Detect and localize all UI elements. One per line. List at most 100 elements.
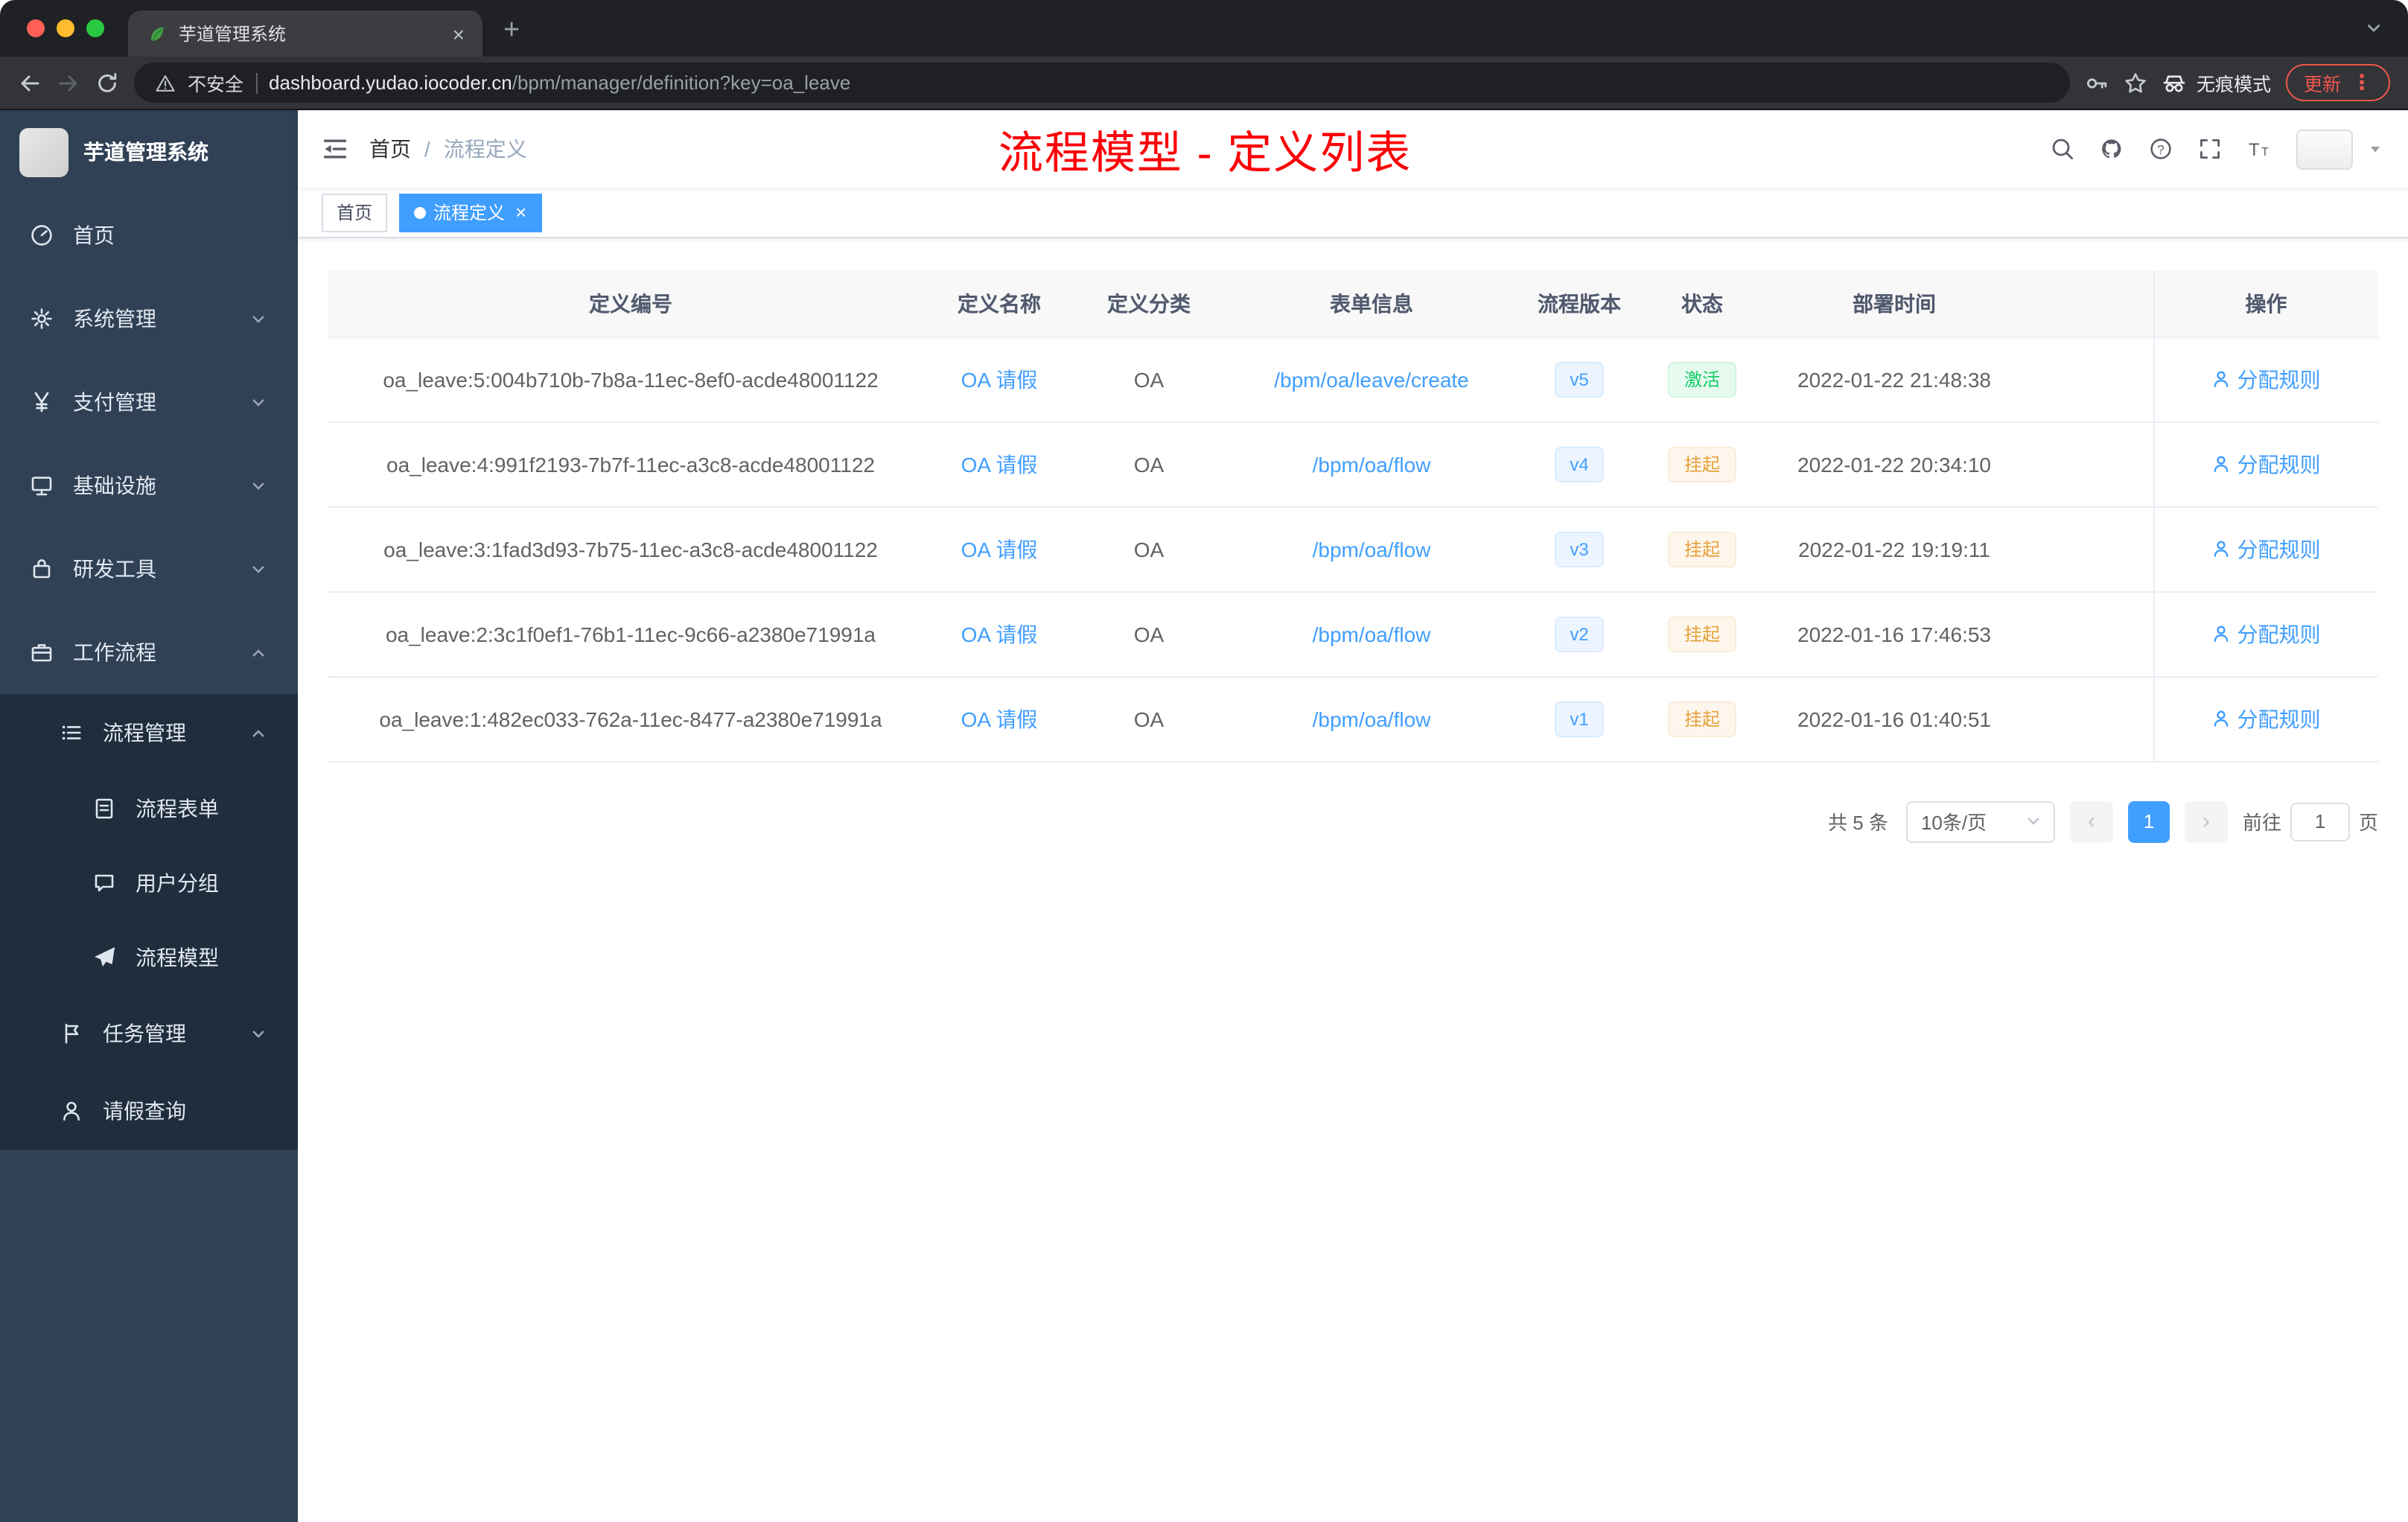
page-size-select[interactable]: 10条/页	[1905, 800, 2055, 842]
sidebar-item-label: 用户分组	[136, 871, 219, 895]
list-icon	[62, 725, 81, 740]
sidebar-item-process-model[interactable]: 流程模型	[0, 920, 298, 995]
workflow-submenu: 流程管理 流程表单 用户分组 流程模型 任务管理 请假查询	[0, 694, 298, 1150]
forward-arrow-icon	[59, 74, 77, 91]
sidebar-item-label: 首页	[73, 223, 115, 247]
chevron-down-icon	[252, 565, 264, 573]
version-badge: v1	[1555, 701, 1604, 736]
window-minimize-button[interactable]	[57, 19, 74, 37]
page-size-value: 10条/页	[1920, 812, 1987, 834]
form-info-link[interactable]: /bpm/oa/flow	[1313, 452, 1431, 476]
sidebar-logo[interactable]: 芋道管理系统	[0, 110, 298, 194]
fullscreen-icon	[2200, 139, 2220, 159]
sidebar-item-task-management[interactable]: 任务管理	[0, 995, 298, 1072]
search-button[interactable]	[2051, 137, 2074, 161]
password-key-button[interactable]	[2085, 71, 2109, 95]
back-button[interactable]	[18, 71, 42, 95]
prev-page-button[interactable]: ‹	[2069, 800, 2113, 842]
form-info-link[interactable]: /bpm/oa/flow	[1313, 537, 1431, 561]
assign-rule-link[interactable]: 分配规则	[2212, 534, 2321, 564]
assign-rule-link[interactable]: 分配规则	[2212, 704, 2321, 733]
sidebar-item-process-management[interactable]: 流程管理	[0, 694, 298, 771]
github-button[interactable]	[2100, 137, 2124, 161]
sidebar-item-process-form[interactable]: 流程表单	[0, 771, 298, 846]
incognito-label: 无痕模式	[2196, 74, 2271, 95]
assign-rule-link[interactable]: 分配规则	[2212, 364, 2321, 394]
incognito-icon	[2163, 74, 2185, 92]
forward-button[interactable]	[57, 71, 80, 95]
avatar-caret-icon[interactable]	[2366, 140, 2384, 158]
sidebar-item-label: 流程管理	[103, 721, 186, 745]
breadcrumb-home[interactable]: 首页	[369, 134, 411, 164]
tag-label: 流程定义	[433, 203, 506, 223]
window-close-button[interactable]	[27, 19, 45, 37]
address-bar[interactable]: 不安全 dashboard.yudao.iocoder.cn/bpm/manag…	[134, 63, 2070, 103]
not-secure-warning-icon	[156, 74, 175, 91]
sidebar-item-dev-tools[interactable]: 研发工具	[0, 527, 298, 611]
fullscreen-button[interactable]	[2198, 137, 2222, 161]
help-button[interactable]: ?	[2149, 137, 2173, 161]
tab-title: 芋道管理系统	[179, 24, 287, 45]
assign-rule-link[interactable]: 分配规则	[2212, 449, 2321, 479]
browser-update-button[interactable]: 更新 ⋮	[2285, 64, 2390, 101]
col-header-definition-name: 定义名称	[934, 271, 1065, 337]
chat-icon	[95, 874, 114, 892]
form-info-link[interactable]: /bpm/oa/leave/create	[1274, 367, 1469, 391]
browser-tab[interactable]: 芋道管理系统 ×	[128, 10, 482, 57]
person-icon	[2214, 456, 2229, 472]
sidebar-item-system-management[interactable]: 系统管理	[0, 277, 298, 360]
reload-button[interactable]	[95, 71, 119, 95]
tab-favicon	[150, 26, 164, 40]
browser-menu-icon[interactable]: ⋮	[2351, 70, 2372, 95]
assign-rule-link[interactable]: 分配规则	[2212, 619, 2321, 649]
sidebar-item-leave-query[interactable]: 请假查询	[0, 1072, 298, 1150]
form-info-link[interactable]: /bpm/oa/flow	[1313, 622, 1431, 646]
bookmark-star-button[interactable]	[2124, 71, 2147, 95]
sidebar-collapse-button[interactable]	[322, 136, 348, 162]
tag-home[interactable]: 首页	[322, 193, 388, 232]
sidebar-item-home[interactable]: 首页	[0, 194, 298, 277]
user-avatar[interactable]	[2296, 129, 2353, 169]
page-number-button[interactable]: 1	[2127, 800, 2170, 842]
document-icon	[95, 798, 113, 819]
definition-name-link[interactable]: OA 请假	[961, 537, 1038, 561]
definition-name-link[interactable]: OA 请假	[961, 452, 1038, 476]
goto-page-input[interactable]	[2290, 802, 2350, 841]
sidebar-item-payment-management[interactable]: 支付管理	[0, 360, 298, 444]
definition-name-link[interactable]: OA 请假	[961, 622, 1038, 646]
status-badge: 挂起	[1667, 701, 1736, 736]
next-page-button[interactable]: ›	[2184, 800, 2228, 842]
definition-id: oa_leave:3:1fad3d93-7b75-11ec-a3c8-acde4…	[383, 537, 878, 561]
new-tab-button[interactable]: +	[503, 15, 520, 48]
version-badge: v2	[1555, 616, 1604, 652]
app-title: 芋道管理系统	[83, 140, 208, 164]
dashboard-icon	[31, 225, 52, 246]
app-root: 芋道管理系统 首页 系统管理 支付管理 基础设施 研发工具 工作流程 流程管理 …	[0, 110, 2408, 1522]
font-size-button[interactable]: TT	[2247, 137, 2271, 161]
page-jumper: 前往 页	[2243, 802, 2378, 841]
status-badge: 激活	[1667, 361, 1736, 397]
sidebar-item-user-group[interactable]: 用户分组	[0, 846, 298, 920]
gear-icon	[31, 308, 52, 329]
form-info-link[interactable]: /bpm/oa/flow	[1313, 707, 1431, 730]
version-badge: v3	[1555, 531, 1604, 567]
tag-close-icon[interactable]: ×	[515, 203, 526, 222]
sidebar-item-workflow[interactable]: 工作流程	[0, 611, 298, 694]
chevron-down-icon	[252, 482, 264, 489]
definition-name-link[interactable]: OA 请假	[961, 367, 1038, 391]
window-zoom-button[interactable]	[86, 19, 104, 37]
tab-close-button[interactable]: ×	[453, 23, 465, 44]
definition-name-link[interactable]: OA 请假	[961, 707, 1038, 730]
tab-search-button[interactable]	[2363, 18, 2384, 39]
definition-id: oa_leave:2:3c1f0ef1-76b1-11ec-9c66-a2380…	[385, 622, 876, 646]
status-badge: 挂起	[1667, 616, 1736, 652]
col-header-spacer	[2033, 271, 2153, 337]
browser-tab-strip: 芋道管理系统 × +	[0, 0, 2408, 57]
status-badge: 挂起	[1667, 446, 1736, 482]
tag-process-definition[interactable]: 流程定义 ×	[399, 193, 542, 232]
sidebar-item-infrastructure[interactable]: 基础设施	[0, 444, 298, 527]
pagination: 共 5 条 10条/页 ‹ 1 › 前往 页	[328, 762, 2378, 881]
briefcase-icon	[31, 644, 52, 662]
back-arrow-icon	[21, 74, 39, 91]
browser-toolbar: 不安全 dashboard.yudao.iocoder.cn/bpm/manag…	[0, 57, 2408, 110]
